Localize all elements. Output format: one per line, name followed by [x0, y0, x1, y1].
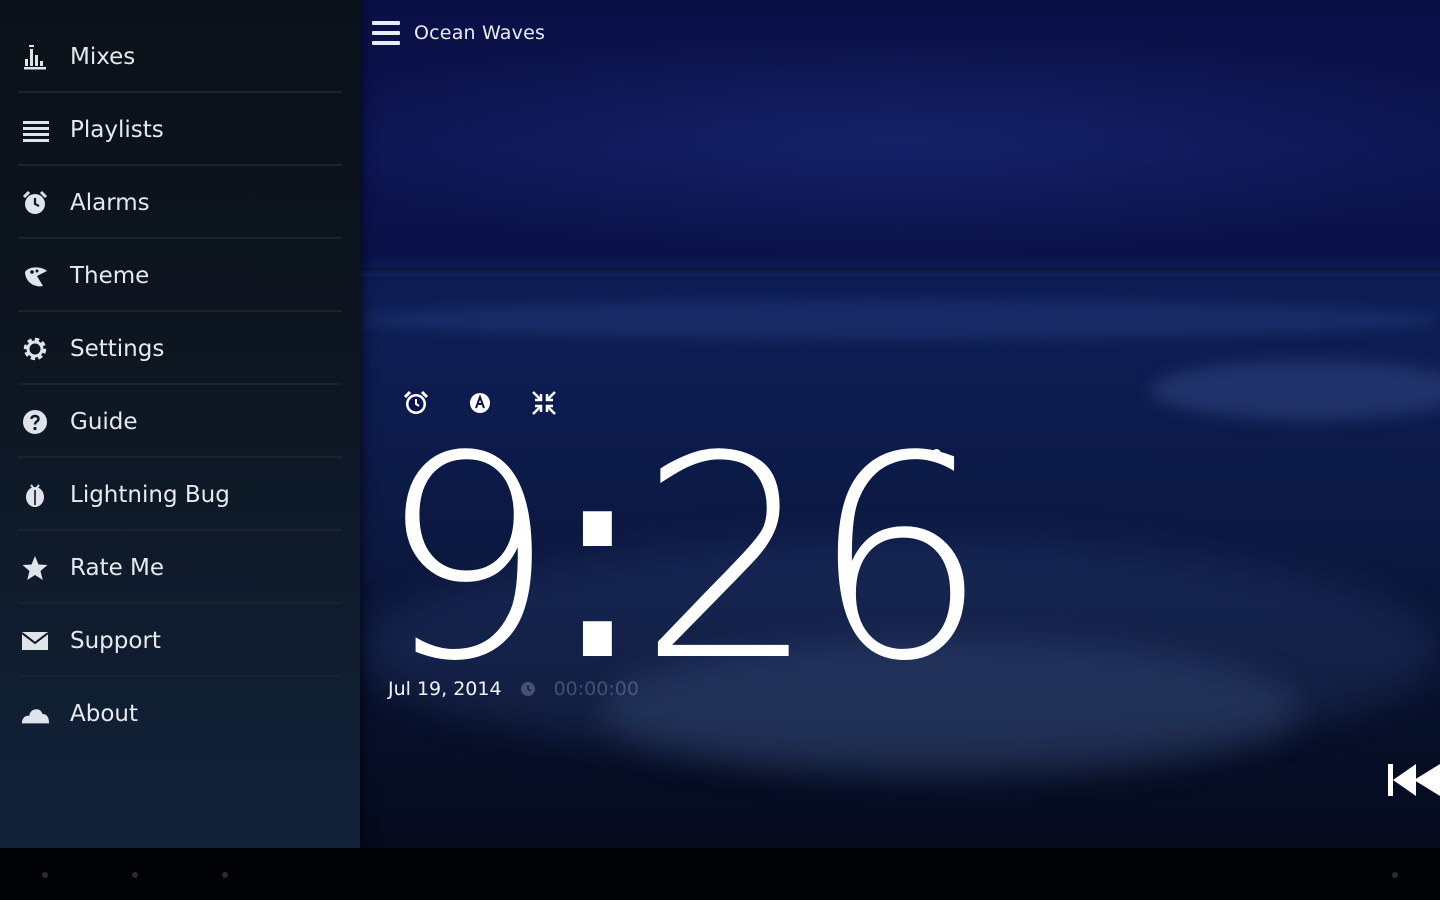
app-title: Ocean Waves	[414, 22, 546, 44]
drawer-item-guide[interactable]: Guide	[0, 385, 360, 458]
cloud-icon	[20, 699, 50, 729]
equalizer-icon	[20, 42, 50, 72]
clock-hours: 9	[378, 397, 556, 723]
navigation-drawer: Mixes Playlists Alarms Theme Settings Gu…	[0, 0, 360, 848]
wave-band	[1150, 360, 1440, 420]
gear-icon	[20, 334, 50, 364]
drawer-item-rate-me[interactable]: Rate Me	[0, 531, 360, 604]
skip-back-icon[interactable]	[1386, 760, 1440, 800]
drawer-item-label: Guide	[70, 408, 138, 435]
date-row: Jul 19, 2014 00:00:00	[388, 678, 639, 700]
drawer-item-about[interactable]: About	[0, 677, 360, 750]
drawer-item-label: About	[70, 700, 139, 727]
action-bar: Ocean Waves	[360, 0, 545, 66]
nav-recents-button[interactable]	[222, 872, 228, 878]
system-navigation-bar	[0, 848, 1440, 900]
wave-band	[360, 300, 1440, 340]
drawer-item-label: Alarms	[70, 189, 150, 216]
drawer-item-label: Lightning Bug	[70, 481, 230, 508]
help-icon	[20, 407, 50, 437]
list-icon	[20, 115, 50, 145]
drawer-item-lightning-bug[interactable]: Lightning Bug	[0, 458, 360, 531]
drawer-item-playlists[interactable]: Playlists	[0, 93, 360, 166]
horizon-line	[360, 268, 1440, 276]
clock-time[interactable]: 9:26	[378, 420, 989, 700]
drawer-item-label: Mixes	[70, 43, 136, 70]
alarm-clock-icon	[20, 188, 50, 218]
nav-back-button[interactable]	[42, 872, 48, 878]
palette-icon	[20, 261, 50, 291]
sleep-timer-value: 00:00:00	[553, 678, 639, 700]
clock-minutes: 26	[638, 397, 989, 723]
clock-separator: :	[550, 397, 644, 723]
drawer-item-label: Theme	[70, 262, 150, 289]
sleep-timer-icon[interactable]	[520, 681, 536, 697]
drawer-item-theme[interactable]: Theme	[0, 239, 360, 312]
clock-date: Jul 19, 2014	[388, 678, 502, 700]
drawer-item-alarms[interactable]: Alarms	[0, 166, 360, 239]
app-root: Ocean Waves 9:26 Jul 19, 2014 00:00:00 M…	[0, 0, 1440, 900]
drawer-item-support[interactable]: Support	[0, 604, 360, 677]
drawer-item-label: Playlists	[70, 116, 164, 143]
mail-icon	[20, 626, 50, 656]
drawer-menu: Mixes Playlists Alarms Theme Settings Gu…	[0, 0, 360, 750]
drawer-item-label: Support	[70, 627, 161, 654]
drawer-item-mixes[interactable]: Mixes	[0, 20, 360, 93]
hamburger-menu-icon[interactable]	[372, 21, 400, 45]
lightning-bug-icon	[20, 480, 50, 510]
drawer-item-settings[interactable]: Settings	[0, 312, 360, 385]
star-icon	[20, 553, 50, 583]
nav-home-button[interactable]	[132, 872, 138, 878]
drawer-item-label: Rate Me	[70, 554, 165, 581]
drawer-item-label: Settings	[70, 335, 165, 362]
nav-menu-button[interactable]	[1392, 872, 1398, 878]
pm-indicator	[932, 449, 941, 458]
